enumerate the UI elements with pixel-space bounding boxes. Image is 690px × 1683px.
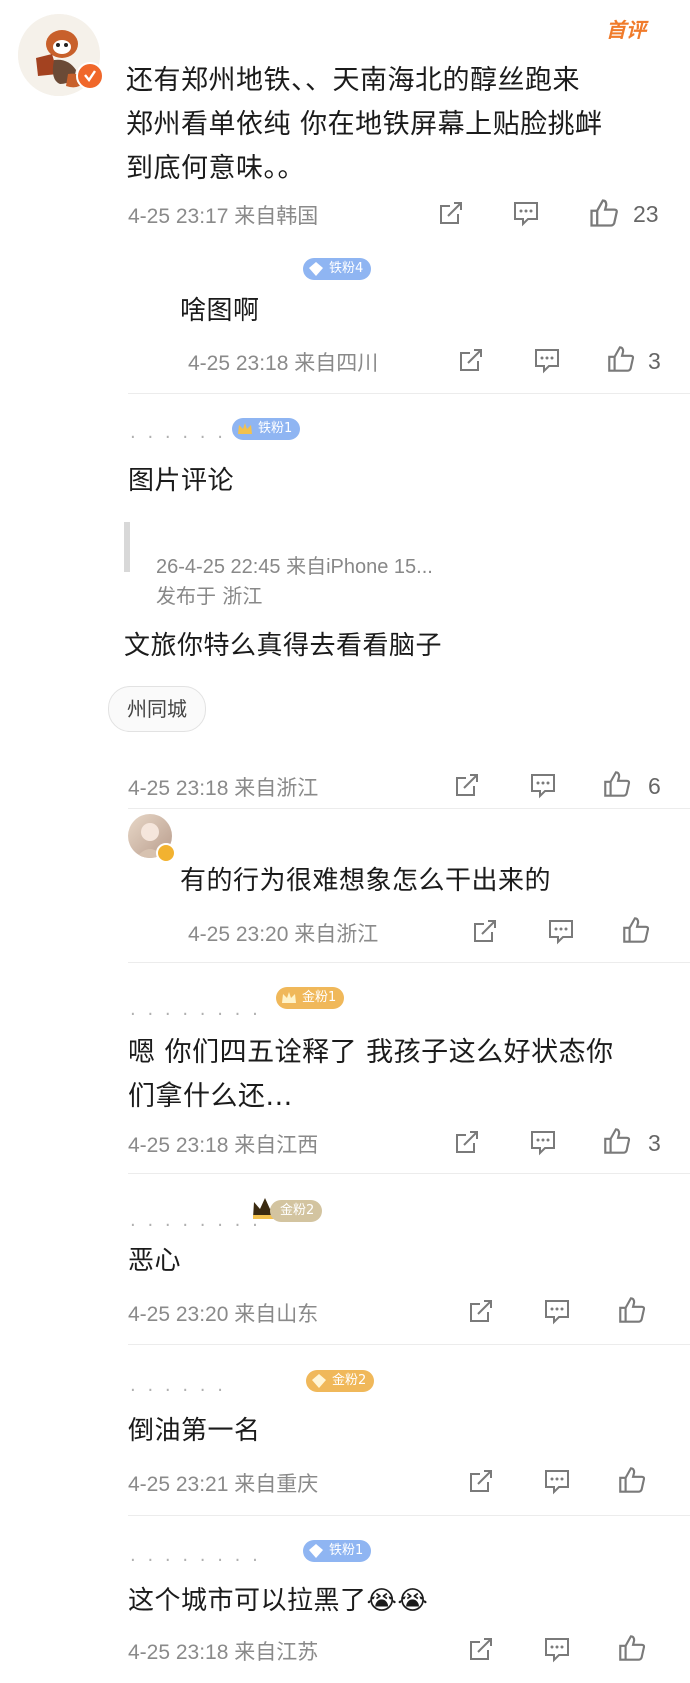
like-count: 3: [648, 348, 661, 374]
quoted-post-thumbnail[interactable]: [124, 522, 130, 572]
masked-username: · · · · · · · ·: [130, 1004, 261, 1025]
first-comment-tag: 首评: [606, 18, 646, 42]
fan-badge: 铁粉1: [303, 1540, 372, 1562]
like-count: 23: [633, 201, 659, 227]
image-comment-text: 文旅你特么真得去看看脑子: [124, 631, 443, 661]
like-count: 6: [648, 773, 661, 799]
divider: [128, 1173, 690, 1174]
comment-text-line-1: 还有郑州地铁、、天南海北的醇丝跑来: [126, 65, 580, 96]
reply-text-line-1: 嗯 你们四五诠释了 我孩子这么好状态你: [128, 1037, 614, 1068]
diamond-icon: [312, 1374, 326, 1388]
reply-text: 图片评论: [128, 466, 235, 496]
masked-username: · · · · · · · ·: [130, 1550, 261, 1571]
comment-icon[interactable]: [528, 770, 558, 800]
comment-icon[interactable]: [542, 1634, 572, 1664]
divider: [128, 962, 690, 963]
topic-tag[interactable]: 州同城: [108, 686, 206, 732]
divider: [128, 393, 690, 394]
share-icon[interactable]: [436, 198, 466, 228]
fan-badge: 金粉2: [270, 1200, 323, 1222]
fan-badge: 铁粉1: [232, 418, 301, 440]
comment-text-line-3: 到底何意味。。: [126, 153, 305, 184]
reply-timestamp: 4-25 23:18 来自江西: [128, 1134, 319, 1157]
fan-badge: 铁粉4: [303, 258, 372, 280]
comment-icon[interactable]: [542, 1466, 572, 1496]
comment-icon[interactable]: [546, 916, 576, 946]
divider: [128, 1515, 690, 1516]
reply-text: 有的行为很难想象怎么干出来的: [180, 866, 552, 896]
masked-username: · · · · · ·: [130, 1380, 226, 1401]
share-icon[interactable]: [470, 916, 500, 946]
reply-text: 恶心: [128, 1246, 182, 1276]
diamond-icon: [309, 262, 323, 276]
share-icon[interactable]: [466, 1466, 496, 1496]
comment-icon[interactable]: [511, 198, 541, 228]
comment-icon[interactable]: [532, 345, 562, 375]
comment-icon[interactable]: [528, 1127, 558, 1157]
reply-timestamp: 4-25 23:18 来自四川: [188, 352, 379, 375]
quoted-post-time: 26-4-25 22:45 来自iPhone 15...: [156, 556, 433, 578]
thumbs-up-icon[interactable]: [620, 914, 652, 946]
masked-username: · · · · · · · ·: [130, 1215, 261, 1236]
verified-badge-icon: [156, 843, 176, 863]
reply-timestamp: 4-25 23:21 来自重庆: [128, 1473, 319, 1496]
diamond-icon: [309, 1544, 323, 1558]
share-icon[interactable]: [456, 345, 486, 375]
reply-text: 啥图啊: [180, 296, 260, 326]
reply-text-line-2: 们拿什么还...: [128, 1081, 293, 1112]
comment-icon[interactable]: [542, 1296, 572, 1326]
crown-icon: [238, 423, 252, 434]
comment-timestamp: 4-25 23:17 来自韩国: [128, 205, 319, 228]
crown-icon: [282, 992, 296, 1003]
reply-timestamp: 4-25 23:18 来自江苏: [128, 1641, 319, 1664]
thumbs-up-icon[interactable]: [587, 196, 621, 230]
divider: [128, 808, 690, 809]
masked-username: · · · · · ·: [130, 427, 226, 448]
thumbs-up-icon[interactable]: [616, 1464, 648, 1496]
thumbs-up-icon[interactable]: [616, 1294, 648, 1326]
thumbs-up-icon[interactable]: [616, 1632, 648, 1664]
share-icon[interactable]: [452, 770, 482, 800]
divider: [128, 1344, 690, 1345]
thumbs-up-icon[interactable]: [605, 343, 637, 375]
reply-timestamp: 4-25 23:18 来自浙江: [128, 777, 319, 800]
fan-badge: 金粉2: [306, 1370, 375, 1392]
quoted-post-location: 发布于 浙江: [156, 584, 263, 608]
reply-timestamp: 4-25 23:20 来自浙江: [188, 923, 379, 946]
share-icon[interactable]: [466, 1634, 496, 1664]
reply-text: 倒油第一名: [128, 1416, 261, 1446]
thumbs-up-icon[interactable]: [601, 768, 633, 800]
reply-timestamp: 4-25 23:20 来自山东: [128, 1303, 319, 1326]
fan-badge: 金粉1: [276, 987, 345, 1009]
verified-badge-icon: [76, 62, 104, 90]
reply-text: 这个城市可以拉黑了😭😭: [128, 1586, 429, 1616]
share-icon[interactable]: [466, 1296, 496, 1326]
share-icon[interactable]: [452, 1127, 482, 1157]
thumbs-up-icon[interactable]: [601, 1125, 633, 1157]
comment-text-line-2: 郑州看单依纯 你在地铁屏幕上贴脸挑衅: [126, 109, 603, 140]
like-count: 3: [648, 1130, 661, 1156]
